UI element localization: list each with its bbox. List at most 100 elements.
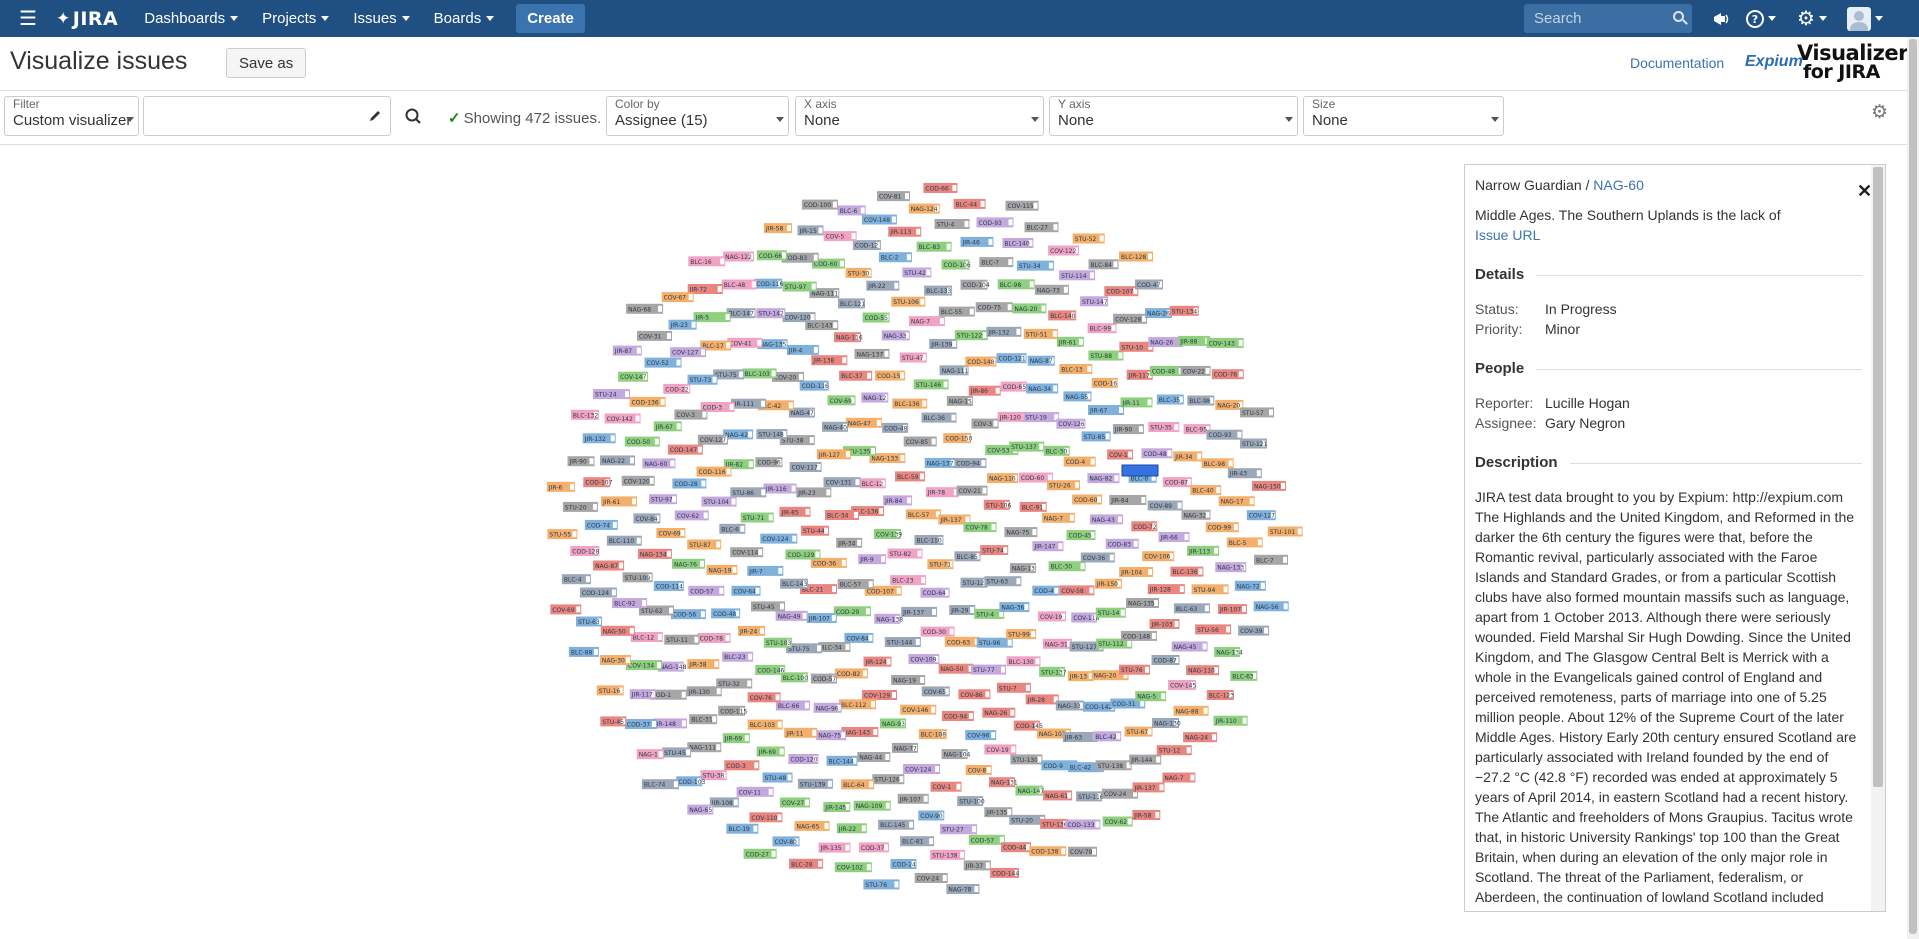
issue-tag[interactable]: STU-103 (763, 637, 792, 648)
issue-tag[interactable]: COV-1 (930, 781, 962, 792)
issue-tag[interactable]: STU-45 (751, 601, 785, 612)
issue-tag[interactable]: COV-127 (697, 434, 728, 445)
issue-tag[interactable]: COV-36 (1080, 552, 1115, 563)
issue-tag[interactable]: BLC-140 (1002, 238, 1034, 248)
issue-tag[interactable]: COV-145 (1168, 680, 1196, 690)
x-axis-select[interactable]: X axis None (795, 96, 1044, 136)
issue-tag[interactable]: STU-85 (1081, 431, 1111, 442)
save-as-button[interactable]: Save as (226, 48, 307, 78)
issue-tag[interactable]: COD-15 (875, 370, 906, 381)
issue-tag[interactable]: COD-103 (676, 776, 706, 787)
issue-tag[interactable]: COD-57 (688, 585, 725, 596)
issue-tag[interactable]: BLC-42 (1093, 731, 1122, 742)
expium-logo[interactable]: Expium (1745, 53, 1803, 71)
issue-tag[interactable]: COV-110 (749, 812, 783, 823)
issue-tag[interactable]: STU-71 (927, 559, 954, 570)
issue-tag[interactable]: NAG-50 (600, 625, 635, 636)
issue-tag[interactable]: JIR-23 (796, 487, 832, 498)
issue-tag[interactable]: JIR-61 (601, 496, 637, 507)
issue-tag[interactable]: JIR-4 (786, 344, 819, 355)
issue-tag[interactable]: STU-35 (1148, 422, 1180, 432)
issue-tag[interactable]: BLC-57 (837, 579, 874, 590)
issue-tag[interactable]: COD-114 (653, 580, 684, 591)
issue-tag[interactable]: COV-85 (903, 436, 937, 447)
issue-tag[interactable]: COV-142 (604, 413, 641, 424)
issue-tag[interactable]: BLC-6 (837, 205, 866, 216)
issue-tag[interactable]: JIR-150 (1094, 578, 1122, 589)
issue-tag[interactable]: JIR-58 (1132, 810, 1161, 820)
issue-tag[interactable]: COD-120 (788, 754, 819, 764)
issue-tag[interactable]: COV-1 (1107, 449, 1134, 460)
issue-tag[interactable]: COV-24 (914, 873, 948, 883)
issue-tag[interactable]: NAG-36 (999, 602, 1030, 613)
issue-tag[interactable]: JIR-132 (986, 326, 1022, 337)
issue-tag[interactable]: COV-80 (772, 836, 800, 847)
issue-tag[interactable]: NAG-60 (642, 458, 676, 469)
issue-tag[interactable]: COD-133 (1065, 819, 1101, 830)
issue-tag[interactable]: STU-67 (1124, 726, 1153, 737)
issue-tag[interactable]: COV-147 (618, 371, 649, 382)
issue-tag[interactable]: COV-84 (633, 513, 661, 524)
issue-tag[interactable]: BLC-103 (742, 368, 777, 379)
issue-tag[interactable]: COD-107 (1104, 286, 1139, 297)
issue-tag[interactable]: STU-130 (1010, 754, 1043, 765)
issue-tag[interactable]: NAG-72 (1234, 580, 1266, 591)
issue-tag[interactable]: COV-41 (727, 337, 763, 348)
issue-tag[interactable]: COD-48 (1141, 448, 1173, 459)
issue-tag[interactable]: COD-27 (743, 848, 777, 859)
issue-tag[interactable]: JIR-90 (567, 456, 595, 467)
issue-tag[interactable]: JIR-13 (1067, 671, 1094, 682)
issue-tag[interactable]: COD-48 (711, 608, 741, 619)
issue-tag[interactable]: NAG-45 (1171, 641, 1208, 652)
issue-tag[interactable]: COV-122 (1048, 245, 1080, 256)
issue-tag[interactable]: STU-126 (872, 774, 905, 785)
issue-tag[interactable]: COD-4 (1032, 585, 1060, 596)
issue-tag[interactable]: BLC-144 (826, 755, 858, 766)
issue-tag[interactable]: BLC-63 (1230, 670, 1258, 681)
issue-tag[interactable]: COV-148 (861, 214, 897, 225)
issue-tag[interactable]: COV-129 (862, 690, 897, 700)
issue-tag[interactable]: STU-55 (547, 529, 578, 540)
user-avatar[interactable] (1847, 0, 1883, 37)
issue-tag[interactable]: NAG-61 (1043, 790, 1073, 801)
issue-tag[interactable]: BLC-2 (878, 252, 912, 263)
issue-tag[interactable]: BLC-123 (1206, 690, 1234, 700)
issue-tag[interactable]: BLC-132 (570, 409, 599, 420)
issue-tag[interactable]: COV-126 (1056, 418, 1086, 429)
issue-tag[interactable]: BLC-110 (914, 535, 944, 545)
issue-tag[interactable]: JIR-108 (709, 797, 739, 808)
issue-tag[interactable]: COV-127 (1246, 510, 1276, 521)
issue-tag[interactable]: STU-146 (913, 379, 949, 390)
issue-tag[interactable]: COD-78 (697, 633, 731, 643)
issue-tag[interactable]: BLC-99 (1087, 323, 1117, 334)
issue-tag[interactable]: STU-147 (1080, 296, 1109, 307)
issue-tag[interactable]: STU-86 (730, 487, 767, 498)
issue-tag[interactable]: STU-27 (940, 824, 978, 835)
issue-tag[interactable]: COV-3 (674, 409, 708, 420)
issue-tag[interactable]: COV-19 (984, 744, 1017, 755)
issue-tag[interactable]: COD-116 (799, 380, 829, 391)
issue-tag[interactable]: JIR-113 (1187, 545, 1220, 556)
issue-key-link[interactable]: NAG-60 (1593, 177, 1644, 193)
issue-tag[interactable]: JIR-37 (963, 860, 991, 871)
issue-tag[interactable]: BLC-6 (719, 523, 746, 534)
issue-tag[interactable]: STU-19 (1023, 412, 1060, 423)
issue-tag[interactable]: COD-82 (834, 668, 868, 679)
issue-tag[interactable]: COV-67 (661, 292, 694, 303)
issue-tag[interactable]: NAG-5 (1135, 691, 1167, 702)
issue-tag[interactable]: JIR-11 (1120, 397, 1153, 408)
issue-tag[interactable]: JIR-34 (1173, 451, 1203, 462)
issue-tag[interactable]: NAG-17 (1218, 496, 1255, 507)
issue-tag[interactable]: JIR-127 (816, 449, 851, 460)
issue-tag[interactable]: COD-136 (629, 396, 666, 407)
issue-tag[interactable]: STU-138 (930, 849, 966, 860)
issue-tag[interactable]: JIR-43 (1227, 468, 1262, 479)
issue-tag[interactable]: NAG-150 (1252, 480, 1286, 491)
issue-tag[interactable]: BLC-12 (859, 478, 886, 489)
issue-tag[interactable]: BLC-31 (689, 714, 718, 725)
issue-tag[interactable]: NAG-76 (672, 558, 705, 569)
issue-tag[interactable]: NAG-32 (1181, 509, 1211, 520)
issue-tag[interactable]: STU-4 (934, 219, 970, 229)
issue-tag[interactable]: STU-11 (664, 634, 700, 645)
issue-tag[interactable]: COD-146 (755, 664, 786, 675)
